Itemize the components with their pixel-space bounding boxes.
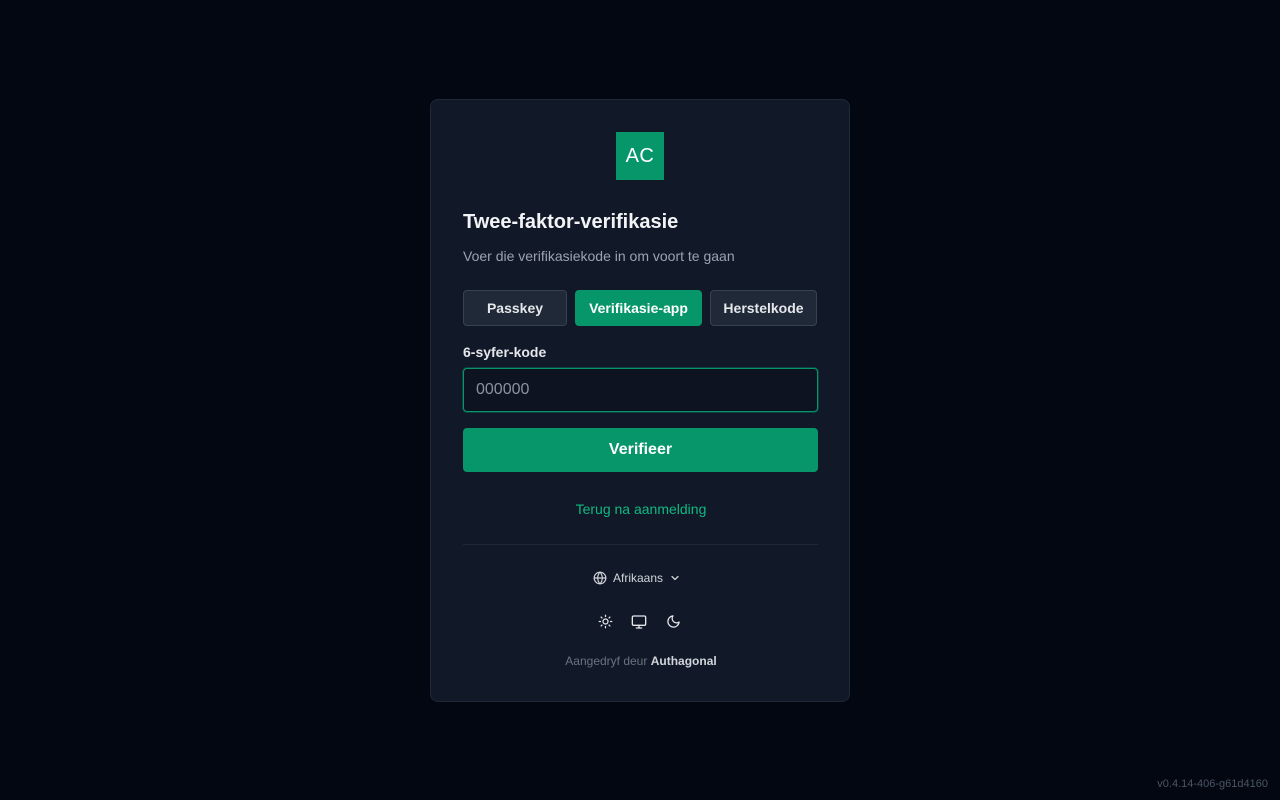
tab-passkey[interactable]: Passkey bbox=[463, 290, 567, 326]
tab-recovery-code[interactable]: Herstelkode bbox=[710, 290, 817, 326]
code-field-label: 6-syfer-kode bbox=[463, 344, 547, 360]
divider bbox=[463, 544, 818, 545]
powered-by-brand: Authagonal bbox=[650, 654, 717, 668]
chevron-down-icon bbox=[669, 572, 681, 584]
app-logo: AC bbox=[616, 132, 664, 180]
login-card: AC Twee-faktor-verifikasie Voer die veri… bbox=[430, 99, 850, 702]
verify-button[interactable]: Verifieer bbox=[463, 428, 818, 472]
sun-icon bbox=[598, 614, 613, 634]
theme-dark-button[interactable] bbox=[665, 614, 681, 634]
theme-switcher bbox=[597, 614, 681, 635]
tab-authenticator-app[interactable]: Verifikasie-app bbox=[575, 290, 702, 326]
method-tabs: Passkey Verifikasie-app Herstelkode bbox=[463, 290, 818, 326]
moon-icon bbox=[666, 614, 681, 634]
powered-by: Aangedryf deur Authagonal bbox=[431, 654, 851, 668]
monitor-icon bbox=[631, 614, 647, 635]
page-subtitle: Voer die verifikasiekode in om voort te … bbox=[463, 248, 735, 264]
powered-by-prefix: Aangedryf deur bbox=[565, 654, 648, 668]
language-selector[interactable]: Afrikaans bbox=[593, 571, 681, 585]
globe-icon bbox=[593, 571, 607, 585]
theme-system-button[interactable] bbox=[631, 614, 647, 635]
theme-light-button[interactable] bbox=[597, 614, 613, 634]
language-label: Afrikaans bbox=[613, 571, 664, 585]
version-label: v0.4.14-406-g61d4160 bbox=[1157, 778, 1268, 790]
back-to-login-link[interactable]: Terug na aanmelding bbox=[431, 501, 851, 517]
page-title: Twee-faktor-verifikasie bbox=[463, 211, 679, 233]
code-input[interactable] bbox=[463, 368, 818, 412]
